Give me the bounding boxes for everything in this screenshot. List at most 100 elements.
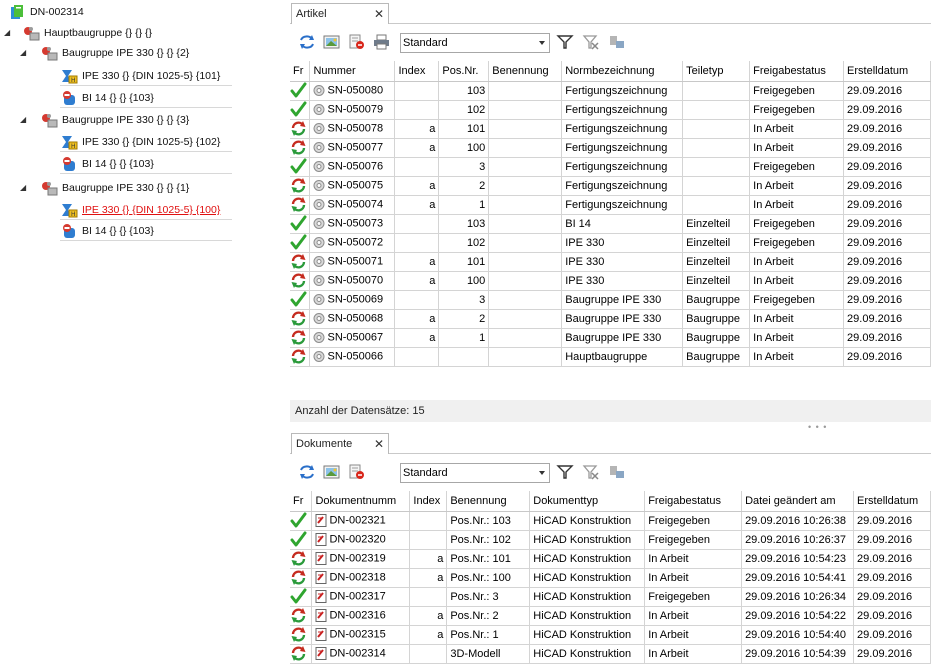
nummer-cell: SN-050072 (309, 233, 396, 253)
filter-icon[interactable] (556, 34, 574, 50)
dokumentnummer-cell: DN-002314 (311, 644, 411, 664)
table-row[interactable]: SN-050080 103 Fertigungszeichnung Freigegeb… (290, 81, 931, 101)
table-row[interactable]: SN-050076 3 Fertigungszeichnung Freigegeben… (290, 157, 931, 177)
freigabe-cell: Freigegeben (749, 100, 845, 120)
tree-node[interactable]: H IPE 330 {} {DIN 1025-5} {102} (60, 133, 232, 152)
table-row[interactable]: SN-050079 102 Fertigungszeichnung Freigegeb… (290, 100, 931, 120)
print-icon[interactable] (373, 34, 391, 50)
table-row[interactable]: SN-050068 a 2 Baugruppe IPE 330 Baugruppe In … (290, 309, 931, 329)
in-work-icon (290, 310, 307, 327)
column-header[interactable]: Freigabestatus (749, 61, 845, 82)
tree-expand-icon[interactable]: ◢ (20, 49, 28, 57)
table-row[interactable]: DN-002319 a Pos.Nr.: 101 HiCAD Konstruktion… (290, 549, 931, 569)
close-icon[interactable]: ✕ (374, 7, 384, 21)
tree-expand-icon[interactable]: ◢ (20, 184, 28, 192)
column-header[interactable]: Index (409, 491, 448, 512)
view-select[interactable]: Standard (400, 33, 550, 53)
column-header[interactable]: Teiletyp (682, 61, 751, 82)
table-row[interactable]: DN-002314 3D-Modell HiCAD Konstruktion In A… (290, 644, 931, 664)
nummer-cell: SN-050078 (309, 119, 396, 139)
typ-cell: Einzelteil (682, 214, 751, 234)
typ-cell: HiCAD Konstruktion (529, 549, 646, 569)
column-header[interactable]: Pos.Nr. (438, 61, 490, 82)
artikel-tabbar: Artikel ✕ (290, 2, 931, 24)
table-row[interactable]: SN-050074 a 1 Fertigungszeichnung In Arbeit 2… (290, 195, 931, 215)
table-row[interactable]: SN-050075 a 2 Fertigungszeichnung In Arbeit 2… (290, 176, 931, 196)
column-header[interactable]: Dokumentnumm (311, 491, 411, 512)
norm-cell: BI 14 (561, 214, 684, 234)
dokumentnummer-text: DN-002317 (329, 590, 386, 603)
dokumentnummer-text: DN-002319 (329, 552, 386, 565)
table-row[interactable]: SN-050069 3 Baugruppe IPE 330 Baugruppe Frei… (290, 290, 931, 310)
benennung-cell (488, 328, 563, 348)
table-row[interactable]: DN-002320 Pos.Nr.: 102 HiCAD Konstruktion F… (290, 530, 931, 550)
delete-document-icon[interactable] (348, 464, 366, 480)
table-row[interactable]: DN-002317 Pos.Nr.: 3 HiCAD Konstruktion Fre… (290, 587, 931, 607)
refresh-icon[interactable] (298, 464, 316, 480)
tree-node[interactable]: BI 14 {} {} {103} (60, 155, 232, 174)
close-icon[interactable]: ✕ (374, 437, 384, 451)
benennung-cell (488, 290, 563, 310)
view-select[interactable]: Standard (400, 463, 550, 483)
tree-node[interactable]: Hauptbaugruppe {} {} {} (22, 23, 152, 42)
tree-node[interactable]: BI 14 {} {} {103} (60, 89, 232, 108)
pos-cell: 102 (438, 100, 490, 120)
column-header[interactable]: Datei geändert am (741, 491, 855, 512)
nummer-text: SN-050069 (327, 293, 384, 306)
tree-expand-icon[interactable]: ◢ (20, 116, 28, 124)
column-header[interactable]: Benennung (446, 491, 531, 512)
column-header[interactable]: Erstelldatum (853, 491, 931, 512)
tab-dokumente[interactable]: Dokumente ✕ (291, 433, 389, 454)
column-header[interactable]: Erstelldatum (843, 61, 931, 82)
column-header[interactable]: Freigabestatus (644, 491, 743, 512)
filter-icon[interactable] (556, 464, 574, 480)
clear-filter-icon[interactable] (582, 464, 600, 480)
typ-cell: Baugruppe (682, 347, 751, 367)
dokumentnummer-text: DN-002315 (329, 628, 386, 641)
table-row[interactable]: SN-050078 a 101 Fertigungszeichnung In Arbei… (290, 119, 931, 139)
table-row[interactable]: SN-050070 a 100 IPE 330 Einzelteil In Arbeit 2… (290, 271, 931, 291)
column-header[interactable]: Index (394, 61, 440, 82)
datum-cell: 29.09.2016 (843, 100, 931, 120)
splitter-handle[interactable]: • • • (808, 422, 827, 432)
column-header[interactable]: Dokumenttyp (529, 491, 646, 512)
table-row[interactable]: SN-050072 102 IPE 330 Einzelteil Freigegeben… (290, 233, 931, 253)
column-header[interactable]: Fr (290, 491, 313, 512)
clear-filter-icon[interactable] (582, 34, 600, 50)
table-row[interactable]: DN-002321 Pos.Nr.: 103 HiCAD Konstruktion F… (290, 511, 931, 531)
tree-root[interactable]: DN-002314 (8, 2, 84, 21)
tree-expand-icon[interactable]: ◢ (4, 29, 12, 37)
tree-node[interactable]: Baugruppe IPE 330 {} {} {3} (40, 110, 189, 129)
dokumente-header-row: Fr Dokumentnumm Index Benennung Dokumenttyp F… (290, 491, 931, 512)
tree-node[interactable]: H IPE 330 {} {DIN 1025-5} {101} (60, 67, 232, 86)
tree-node[interactable]: H IPE 330 {} {DIN 1025-5} {100} (60, 201, 232, 220)
table-row[interactable]: DN-002316 a Pos.Nr.: 2 HiCAD Konstruktion In… (290, 606, 931, 626)
column-header[interactable]: Benennung (488, 61, 563, 82)
tree-node[interactable]: Baugruppe IPE 330 {} {} {1} (40, 178, 189, 197)
column-header[interactable]: Nummer (309, 61, 396, 82)
column-header[interactable]: Fr (290, 61, 311, 82)
table-row[interactable]: DN-002318 a Pos.Nr.: 100 HiCAD Konstruktion… (290, 568, 931, 588)
delete-document-icon[interactable] (348, 34, 366, 50)
table-row[interactable]: DN-002315 a Pos.Nr.: 1 HiCAD Konstruktion In… (290, 625, 931, 645)
table-row[interactable]: SN-050073 103 BI 14 Einzelteil Freigegeben 29… (290, 214, 931, 234)
pos-cell: 3 (438, 157, 490, 177)
table-row[interactable]: SN-050077 a 100 Fertigungszeichnung In Arbei… (290, 138, 931, 158)
table-row[interactable]: SN-050071 a 101 IPE 330 Einzelteil In Arbeit 2… (290, 252, 931, 272)
table-row[interactable]: SN-050066 Hauptbaugruppe Baugruppe In Arbei… (290, 347, 931, 367)
table-row[interactable]: SN-050067 a 1 Baugruppe IPE 330 Baugruppe In … (290, 328, 931, 348)
settings-panel-icon[interactable] (608, 464, 626, 480)
status-cell (290, 138, 311, 158)
index-cell (409, 511, 448, 531)
settings-panel-icon[interactable] (608, 34, 626, 50)
image-view-icon[interactable] (323, 464, 341, 480)
status-cell (290, 606, 313, 626)
refresh-icon[interactable] (298, 34, 316, 50)
tree-node[interactable]: BI 14 {} {} {103} (60, 222, 232, 241)
image-view-icon[interactable] (323, 34, 341, 50)
nummer-cell: SN-050069 (309, 290, 396, 310)
column-header[interactable]: Normbezeichnung (561, 61, 684, 82)
tree-node[interactable]: Baugruppe IPE 330 {} {} {2} (40, 43, 189, 62)
in-work-icon (290, 272, 307, 289)
tab-artikel[interactable]: Artikel ✕ (291, 3, 389, 24)
